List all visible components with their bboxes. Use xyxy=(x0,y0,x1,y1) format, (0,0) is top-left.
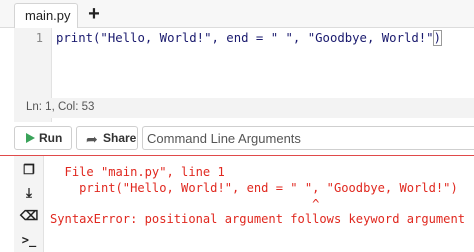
download-icon[interactable]: ⤓ xyxy=(20,184,38,202)
run-toolbar: Run ➦ Share xyxy=(0,122,474,154)
share-button[interactable]: ➦ Share xyxy=(76,126,138,150)
console-output-line: print("Hello, World!", end = " ", "Goodb… xyxy=(50,181,458,195)
code-line[interactable]: print("Hello, World!", end = " ", "Goodb… xyxy=(56,30,443,46)
copy-icon[interactable]: ❐ xyxy=(20,161,38,179)
play-icon xyxy=(26,133,35,143)
add-tab-button[interactable]: + xyxy=(80,3,108,27)
console-output-line: SyntaxError: positional argument follows… xyxy=(50,212,466,226)
share-button-label: Share xyxy=(103,131,137,145)
eraser-icon[interactable]: ⌫ xyxy=(20,207,38,225)
console-output-line: ^ xyxy=(50,197,320,211)
share-icon: ➦ xyxy=(86,131,98,147)
terminal-icon[interactable]: >_ xyxy=(20,231,38,249)
tab-bar: main.py + xyxy=(0,0,474,29)
console-toolbar: ❐ ⤓ ⌫ >_ xyxy=(14,156,44,252)
run-button[interactable]: Run xyxy=(14,126,72,150)
code-function-name: print xyxy=(56,31,94,45)
command-line-arguments-input[interactable] xyxy=(142,126,474,150)
run-button-label: Run xyxy=(39,131,63,145)
cursor-position: Ln: 1, Col: 53 xyxy=(26,101,95,113)
output-console: ❐ ⤓ ⌫ >_ File "main.py", line 1 print("H… xyxy=(0,155,474,252)
line-number: 1 xyxy=(35,31,43,45)
console-output-line: File "main.py", line 1 xyxy=(50,165,225,179)
code-closing-paren: ) xyxy=(432,30,443,46)
editor-status-bar: Ln: 1, Col: 53 xyxy=(14,98,474,118)
tab-main-py[interactable]: main.py xyxy=(14,3,78,29)
code-arguments: ("Hello, World!", end = " ", "Goodbye, W… xyxy=(93,31,434,45)
